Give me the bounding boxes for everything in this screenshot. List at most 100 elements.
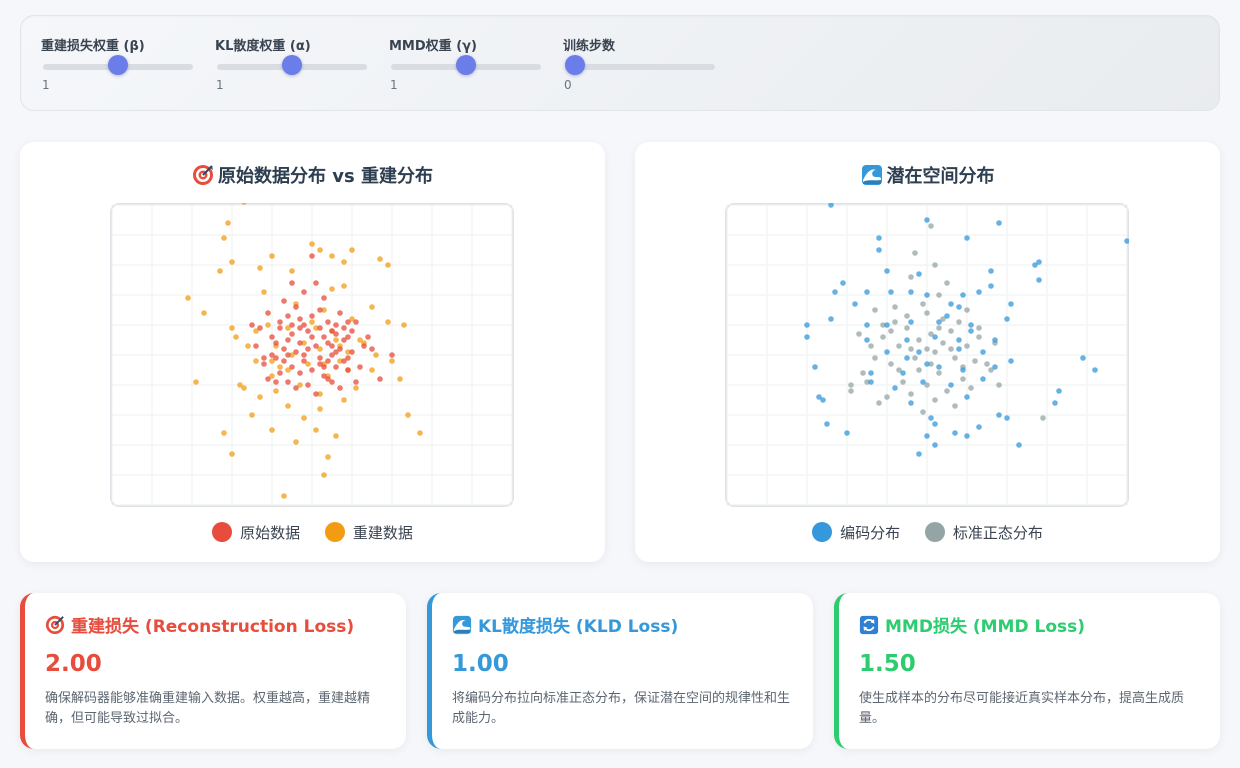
data-point	[341, 325, 347, 331]
slider-thumb[interactable]	[565, 55, 585, 75]
data-point	[988, 268, 994, 274]
data-point	[896, 343, 902, 349]
data-point	[976, 334, 982, 340]
data-point	[293, 349, 299, 355]
data-point	[832, 289, 838, 295]
data-point	[285, 403, 291, 409]
kld-loss-card: KL散度损失 (KLD Loss) 1.00 将编码分布拉向标准正态分布，保证潜…	[427, 593, 813, 749]
data-point	[936, 292, 942, 298]
data-point	[317, 325, 323, 331]
data-point	[968, 322, 974, 328]
data-point	[313, 343, 319, 349]
data-point	[293, 385, 299, 391]
data-point	[984, 361, 990, 367]
data-point	[924, 310, 930, 316]
data-point	[353, 379, 359, 385]
data-point	[217, 268, 223, 274]
data-point	[948, 346, 954, 352]
data-point	[944, 280, 950, 286]
slider-thumb[interactable]	[108, 55, 128, 75]
data-point	[369, 346, 375, 352]
data-point	[345, 367, 351, 373]
data-point	[281, 298, 287, 304]
data-point	[956, 304, 962, 310]
data-point	[301, 322, 307, 328]
data-point	[385, 262, 391, 268]
data-point	[944, 313, 950, 319]
slider-thumb[interactable]	[282, 55, 302, 75]
data-point	[888, 361, 894, 367]
data-point	[285, 337, 291, 343]
data-point	[964, 307, 970, 313]
data-point	[916, 349, 922, 355]
slider-reconstruction-weight: 重建损失权重 (β) 1	[41, 38, 201, 92]
data-point	[325, 319, 331, 325]
loss-title-text: KL散度损失 (KLD Loss)	[478, 617, 679, 637]
loss-title: MMD损失 (MMD Loss)	[859, 615, 1085, 637]
data-point	[293, 304, 299, 310]
data-point	[840, 280, 846, 286]
data-point	[289, 364, 295, 370]
data-point	[297, 316, 303, 322]
data-point	[956, 337, 962, 343]
data-point	[297, 340, 303, 346]
slider-label: KL散度权重 (α)	[215, 39, 311, 54]
data-point	[257, 265, 263, 271]
data-point	[912, 355, 918, 361]
data-point	[928, 415, 934, 421]
data-point	[281, 493, 287, 499]
data-point	[229, 451, 235, 457]
data-point	[892, 385, 898, 391]
data-point	[856, 331, 862, 337]
data-point	[269, 334, 275, 340]
data-point	[345, 319, 351, 325]
data-point	[301, 352, 307, 358]
data-point	[289, 280, 295, 286]
legend-swatch	[924, 522, 945, 542]
slider-training-steps: 训练步数 0	[563, 38, 723, 92]
data-point	[900, 379, 906, 385]
chart-legend: 原始数据 重建数据	[20, 521, 605, 545]
data-point	[960, 367, 966, 373]
data-point	[269, 352, 275, 358]
data-point	[341, 283, 347, 289]
data-point	[900, 370, 906, 376]
data-point	[824, 421, 830, 427]
data-point	[996, 412, 1002, 418]
slider-thumb[interactable]	[456, 55, 476, 75]
slider-track[interactable]	[565, 64, 715, 70]
data-point	[285, 352, 291, 358]
loss-title-text: 重建损失 (Reconstruction Loss)	[71, 617, 355, 637]
data-point	[317, 307, 323, 313]
data-point	[996, 382, 1002, 388]
data-point	[365, 334, 371, 340]
data-point	[1056, 388, 1062, 394]
data-point	[920, 409, 926, 415]
data-point	[908, 289, 914, 295]
data-point	[812, 364, 818, 370]
data-point	[920, 379, 926, 385]
loss-description: 使生成样本的分布尽可能接近真实样本分布，提高生成质量。	[859, 691, 1185, 726]
data-point	[285, 313, 291, 319]
data-point	[185, 295, 191, 301]
data-point	[976, 325, 982, 331]
data-point	[992, 337, 998, 343]
data-point	[904, 325, 910, 331]
loss-title: 重建损失 (Reconstruction Loss)	[45, 615, 354, 637]
data-point	[960, 292, 966, 298]
data-point	[337, 385, 343, 391]
data-point	[988, 283, 994, 289]
data-point	[932, 421, 938, 427]
chart-title-text: 潜在空间分布	[886, 166, 995, 187]
data-point	[1092, 367, 1098, 373]
data-point	[229, 325, 235, 331]
data-point	[405, 412, 411, 418]
data-point	[317, 406, 323, 412]
loss-description: 确保解码器能够准确重建输入数据。权重越高，重建越精确，但可能导致过拟合。	[45, 691, 371, 726]
slider-value: 0	[564, 78, 572, 92]
data-point	[357, 364, 363, 370]
data-point	[1032, 262, 1038, 268]
slider-value: 1	[390, 78, 398, 92]
data-point	[321, 295, 327, 301]
data-point	[960, 376, 966, 382]
